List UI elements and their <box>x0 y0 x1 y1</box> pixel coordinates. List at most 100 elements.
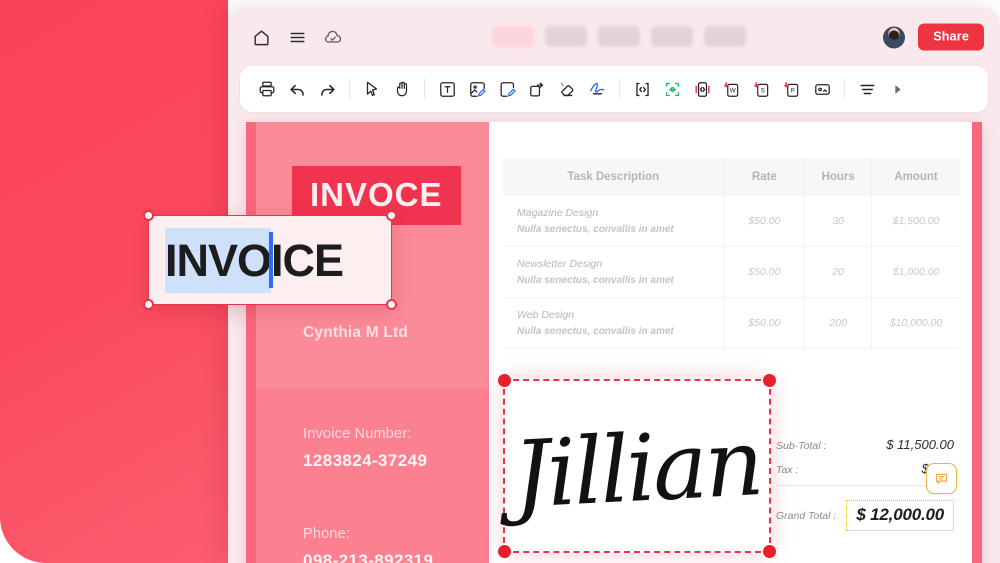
col-amount: Amount <box>871 158 960 196</box>
rotate-page-icon[interactable] <box>522 74 552 104</box>
toolbar-divider-4 <box>844 79 845 99</box>
svg-text:P: P <box>790 87 794 94</box>
invoice-phone-label: Phone: <box>303 526 351 542</box>
signature-handle-bottom-left[interactable] <box>498 545 511 558</box>
tab-5[interactable] <box>704 26 746 47</box>
pdf-to-image-icon[interactable] <box>807 74 837 104</box>
row-title: Magazine Design <box>517 207 599 219</box>
table-header-row: Task Description Rate Hours Amount <box>503 158 960 196</box>
overlay-handle-bottom-right[interactable] <box>386 299 397 310</box>
trailing-text-run: ICE <box>271 235 344 286</box>
eraser-icon[interactable] <box>552 74 582 104</box>
select-cursor-icon[interactable] <box>357 74 387 104</box>
cell-amount: $1,000.00 <box>871 246 960 298</box>
tax-label: Tax : <box>776 464 799 476</box>
inline-text-edit-overlay[interactable]: INVOICE <box>143 210 397 310</box>
add-text-icon[interactable] <box>432 74 462 104</box>
pan-hand-icon[interactable] <box>387 74 417 104</box>
signature-icon[interactable] <box>582 74 612 104</box>
invoice-right-stripe <box>972 122 982 563</box>
pdf-to-excel-icon[interactable]: S <box>747 74 777 104</box>
totals-block: Sub-Total : $ 11,500.00 Tax : $ 500 Gran… <box>776 437 957 531</box>
tab-3[interactable] <box>598 26 640 47</box>
cell-amount: $1,500.00 <box>871 196 960 247</box>
cell-amount: $10,000.00 <box>871 297 960 349</box>
selected-text-run: INVO <box>165 228 272 293</box>
cell-hours: 200 <box>804 297 873 349</box>
tab-4[interactable] <box>651 26 693 47</box>
invoice-phone-value: 098-213-892319 <box>303 551 434 563</box>
svg-text:W: W <box>729 87 735 94</box>
signature-handle-bottom-right[interactable] <box>763 545 776 558</box>
menu-icon[interactable] <box>282 22 312 52</box>
subtotal-value: $ 11,500.00 <box>886 437 954 452</box>
table-row[interactable]: Web Design Nulla senectus, convallis in … <box>503 297 960 349</box>
grand-total-value: $ 12,000.00 <box>856 505 944 524</box>
col-task-description: Task Description <box>503 158 725 196</box>
more-arrow-icon[interactable] <box>882 74 912 104</box>
svg-text:S: S <box>760 87 764 94</box>
invoice-left-stripe <box>246 122 256 563</box>
grand-total-highlight-box[interactable]: $ 12,000.00 <box>846 500 954 531</box>
col-hours: Hours <box>804 158 873 196</box>
print-icon[interactable] <box>252 74 282 104</box>
signature-handle-top-right[interactable] <box>763 374 776 387</box>
toolbar-divider-1 <box>349 79 350 99</box>
col-rate: Rate <box>723 158 806 196</box>
inline-text-edit-content[interactable]: INVOICE <box>165 228 344 293</box>
row-title: Web Design <box>517 309 575 321</box>
invoice-right-panel: Task Description Rate Hours Amount Magaz… <box>489 122 982 563</box>
cell-rate: $50.00 <box>723 297 806 349</box>
cloud-saved-icon[interactable] <box>318 22 348 52</box>
overlay-handle-top-right[interactable] <box>386 210 397 221</box>
pdf-to-word-icon[interactable]: W <box>717 74 747 104</box>
merge-pages-icon[interactable] <box>657 74 687 104</box>
row-subtitle: Nulla senectus, convallis in amet <box>517 224 674 235</box>
user-avatar[interactable] <box>882 25 907 49</box>
editor-toolbar: W S P <box>240 66 988 112</box>
split-pages-icon[interactable] <box>627 74 657 104</box>
invoice-number-label: Invoice Number: <box>303 426 412 442</box>
signature-block: Jillian SIGNATURE <box>498 374 776 563</box>
pdf-to-powerpoint-icon[interactable]: P <box>777 74 807 104</box>
document-canvas: INVOCE Cynthia M Ltd Invoice Number: 128… <box>228 122 1000 563</box>
signature-glyph: Jillian <box>510 409 764 530</box>
tab-2[interactable] <box>545 26 587 47</box>
grand-total-label: Grand Total : <box>776 509 837 522</box>
edit-image-icon[interactable] <box>462 74 492 104</box>
invoice-phone-field: Phone: 098-213-892319 <box>303 526 433 563</box>
line-items-table: Task Description Rate Hours Amount Magaz… <box>503 158 960 349</box>
redo-icon[interactable] <box>312 74 342 104</box>
cell-description: Magazine Design Nulla senectus, convalli… <box>503 196 725 247</box>
cell-description: Newsletter Design Nulla senectus, conval… <box>503 246 725 298</box>
share-button[interactable]: Share <box>918 23 984 51</box>
subtotal-row: Sub-Total : $ 11,500.00 <box>776 437 954 452</box>
signature-selection-box[interactable]: Jillian <box>498 374 776 558</box>
row-subtitle: Nulla senectus, convallis in amet <box>517 326 674 337</box>
toolbar-divider-3 <box>619 79 620 99</box>
align-icon[interactable] <box>852 74 882 104</box>
overlay-handle-bottom-left[interactable] <box>143 299 154 310</box>
tab-1[interactable] <box>492 26 534 47</box>
tab-strip <box>492 26 746 47</box>
cell-rate: $50.00 <box>723 246 806 298</box>
comment-bubble-icon[interactable] <box>926 463 957 494</box>
invoice-title-text: INVOCE <box>310 176 443 213</box>
grand-total-row: Grand Total : $ 12,000.00 <box>776 500 954 531</box>
signature-handle-top-left[interactable] <box>498 374 511 387</box>
edit-page-icon[interactable] <box>492 74 522 104</box>
undo-icon[interactable] <box>282 74 312 104</box>
home-icon[interactable] <box>246 22 276 52</box>
invoice-page: INVOCE Cynthia M Ltd Invoice Number: 128… <box>246 122 982 563</box>
table-head: Task Description Rate Hours Amount <box>503 158 960 196</box>
table-row[interactable]: Magazine Design Nulla senectus, convalli… <box>503 196 960 247</box>
row-title: Newsletter Design <box>517 258 603 270</box>
invoice-number-field: Invoice Number: 1283824-37249 <box>303 426 427 471</box>
cell-rate: $50.00 <box>723 196 806 247</box>
table-row[interactable]: Newsletter Design Nulla senectus, conval… <box>503 246 960 298</box>
cell-hours: 30 <box>804 196 873 247</box>
chrome-right-cluster: Share <box>882 23 984 51</box>
overlay-handle-top-left[interactable] <box>143 210 154 221</box>
screenshot-stage: Share W S P INVOCE Cynthia M Ltd Invoice… <box>0 0 1000 563</box>
compress-pdf-icon[interactable] <box>687 74 717 104</box>
